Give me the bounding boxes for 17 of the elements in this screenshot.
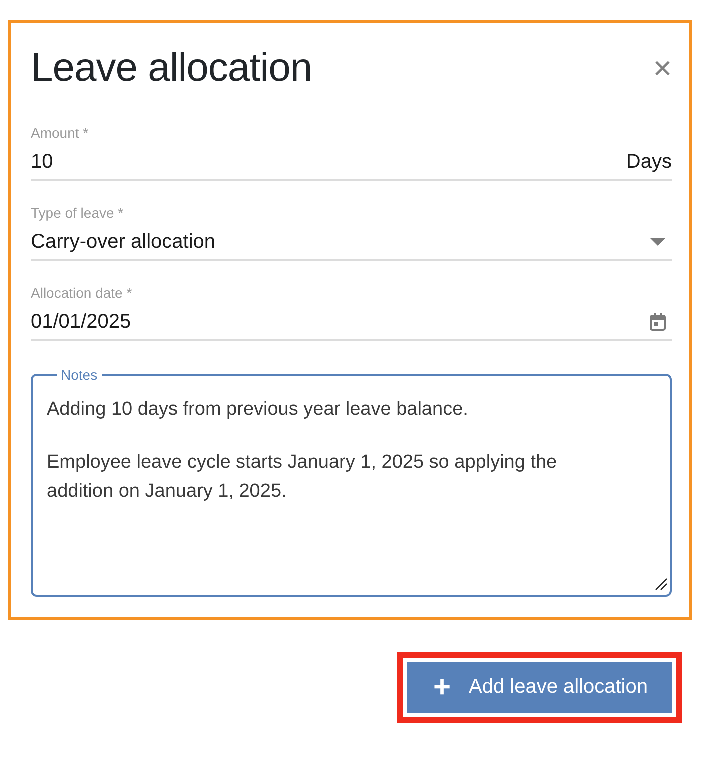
dialog-title: Leave allocation	[31, 46, 312, 90]
calendar-icon	[650, 313, 666, 331]
add-button[interactable]: + Add leave allocation	[407, 662, 672, 713]
close-button[interactable]: ×	[653, 52, 672, 84]
resize-handle-icon[interactable]	[654, 577, 668, 591]
notes-field[interactable]: Notes Adding 10 days from previous year leave balance. Employee leave cycle starts January 1, 2025 so applying the addition on January 1, 2025.	[31, 367, 672, 597]
field-label: Allocation date *	[31, 285, 134, 301]
field-label: Amount *	[31, 125, 90, 141]
notes-text: Adding 10 days from previous year leave balance.	[47, 398, 470, 422]
field-label: Type of leave *	[31, 205, 125, 221]
date-field[interactable]: 01/01/2025	[31, 305, 672, 341]
select-field[interactable]: Carry-over allocation	[31, 225, 672, 261]
caret-icon	[650, 238, 666, 246]
notes-text: Employee leave cycle starts January 1, 2025 so applying the addition on January 1, 2025.	[47, 451, 558, 504]
notes-label: Notes	[60, 367, 99, 383]
input-field[interactable]: 10 Days	[31, 145, 672, 181]
unit-suffix: Days	[626, 150, 672, 174]
